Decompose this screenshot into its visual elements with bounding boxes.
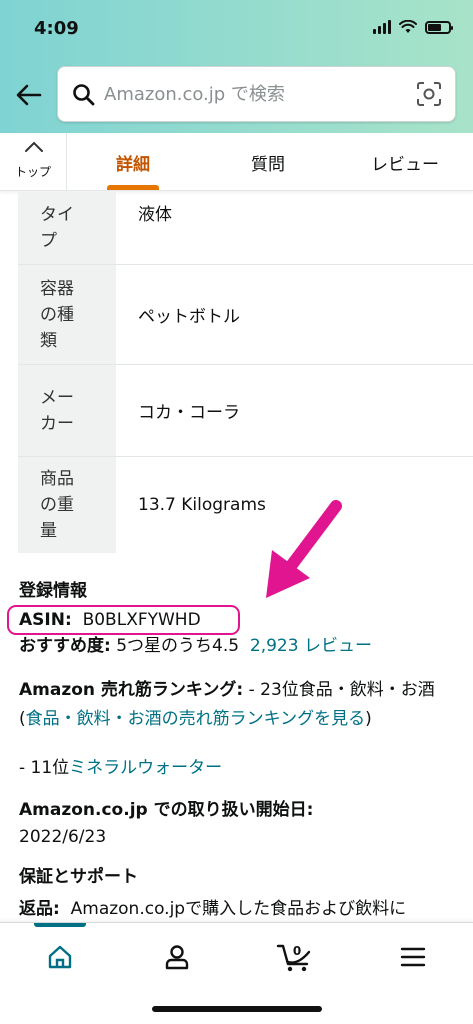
rating-line: おすすめ度: 5つ星のうち4.5 2,923 レビュー	[19, 633, 459, 660]
nav-cart[interactable]: 0	[274, 937, 318, 977]
returns-line: 返品: Amazon.co.jpで購入した食品および飲料に	[19, 896, 459, 923]
search-input[interactable]	[104, 77, 404, 111]
spec-value: 液体	[138, 205, 172, 225]
menu-icon	[400, 947, 426, 967]
nav-account[interactable]	[157, 937, 197, 977]
spec-key: 商品の重量	[18, 457, 116, 553]
top-label: トップ	[14, 165, 51, 179]
asin-label: ASIN:	[19, 610, 72, 630]
spec-key: タイプ	[18, 192, 116, 264]
tab-reviews[interactable]: レビュー	[350, 133, 460, 191]
returns-text: Amazon.co.jpで購入した食品および飲料に	[70, 899, 407, 919]
registration-heading: 登録情報	[19, 581, 87, 601]
home-indicator	[152, 1006, 322, 1012]
nav-menu[interactable]	[393, 937, 433, 977]
camera-scan-icon[interactable]	[416, 81, 442, 107]
back-button[interactable]	[12, 78, 46, 112]
subrank-link[interactable]: ミネラルウォーター	[69, 758, 222, 778]
returns-label: 返品:	[19, 899, 60, 919]
cellular-signal-icon	[373, 20, 391, 34]
top-bar: 4:09	[0, 0, 473, 133]
chevron-up-icon	[25, 141, 43, 152]
search-box[interactable]	[57, 66, 456, 122]
cart-count: 0	[293, 944, 301, 958]
ranking-block: Amazon 売れ筋ランキング: - 23位食品・飲料・お酒 (食品・飲料・お酒…	[19, 676, 459, 734]
home-icon	[48, 945, 72, 969]
asin-line: ASIN: B0BLXFYWHD	[19, 607, 459, 634]
tab-questions[interactable]: 質問	[222, 133, 314, 191]
warranty-heading: 保証とサポート	[19, 867, 138, 887]
reviews-link[interactable]: 2,923 レビュー	[250, 636, 372, 656]
ranking-link[interactable]: 食品・飲料・お酒の売れ筋ランキングを見る	[26, 709, 366, 729]
spec-value: コカ・コーラ	[138, 403, 240, 423]
spec-key: メーカー	[18, 365, 116, 456]
rating-label: おすすめ度:	[19, 636, 111, 656]
detail-tabs: トップ 詳細 質問 レビュー	[0, 133, 473, 191]
ranking-label: Amazon 売れ筋ランキング:	[19, 680, 244, 700]
wifi-icon	[399, 20, 417, 33]
asin-value: B0BLXFYWHD	[82, 610, 201, 630]
back-arrow-icon	[16, 84, 42, 106]
spec-value: ペットボトル	[138, 307, 240, 327]
table-row: 商品の重量 13.7 Kilograms	[18, 457, 473, 553]
product-spec-table: タイプ 液体 容器の種類 ペットボトル メーカー コカ・コーラ 商品の重量 13…	[18, 192, 473, 553]
active-nav-indicator	[34, 923, 86, 927]
status-icons	[373, 20, 453, 34]
start-date-value: 2022/6/23	[19, 827, 107, 847]
active-tab-indicator	[107, 185, 159, 190]
spec-key: 容器の種類	[18, 265, 116, 364]
start-date-label: Amazon.co.jp での取り扱い開始日:	[19, 800, 314, 820]
nav-home[interactable]	[40, 937, 80, 977]
account-icon	[165, 945, 189, 970]
subrank-line: - 11位ミネラルウォーター	[19, 755, 459, 782]
scroll-to-top-button[interactable]: トップ	[0, 133, 67, 191]
search-icon	[73, 84, 95, 106]
table-row: タイプ 液体	[18, 192, 473, 265]
table-row: メーカー コカ・コーラ	[18, 365, 473, 457]
battery-icon	[425, 20, 453, 34]
rating-text: 5つ星のうち4.5	[116, 636, 240, 656]
status-time: 4:09	[34, 18, 79, 39]
table-row: 容器の種類 ペットボトル	[18, 265, 473, 365]
tab-details[interactable]: 詳細	[87, 133, 179, 191]
ranking-close: )	[365, 709, 372, 729]
subrank-prefix: - 11位	[19, 758, 70, 778]
cart-icon: 0	[276, 944, 311, 972]
